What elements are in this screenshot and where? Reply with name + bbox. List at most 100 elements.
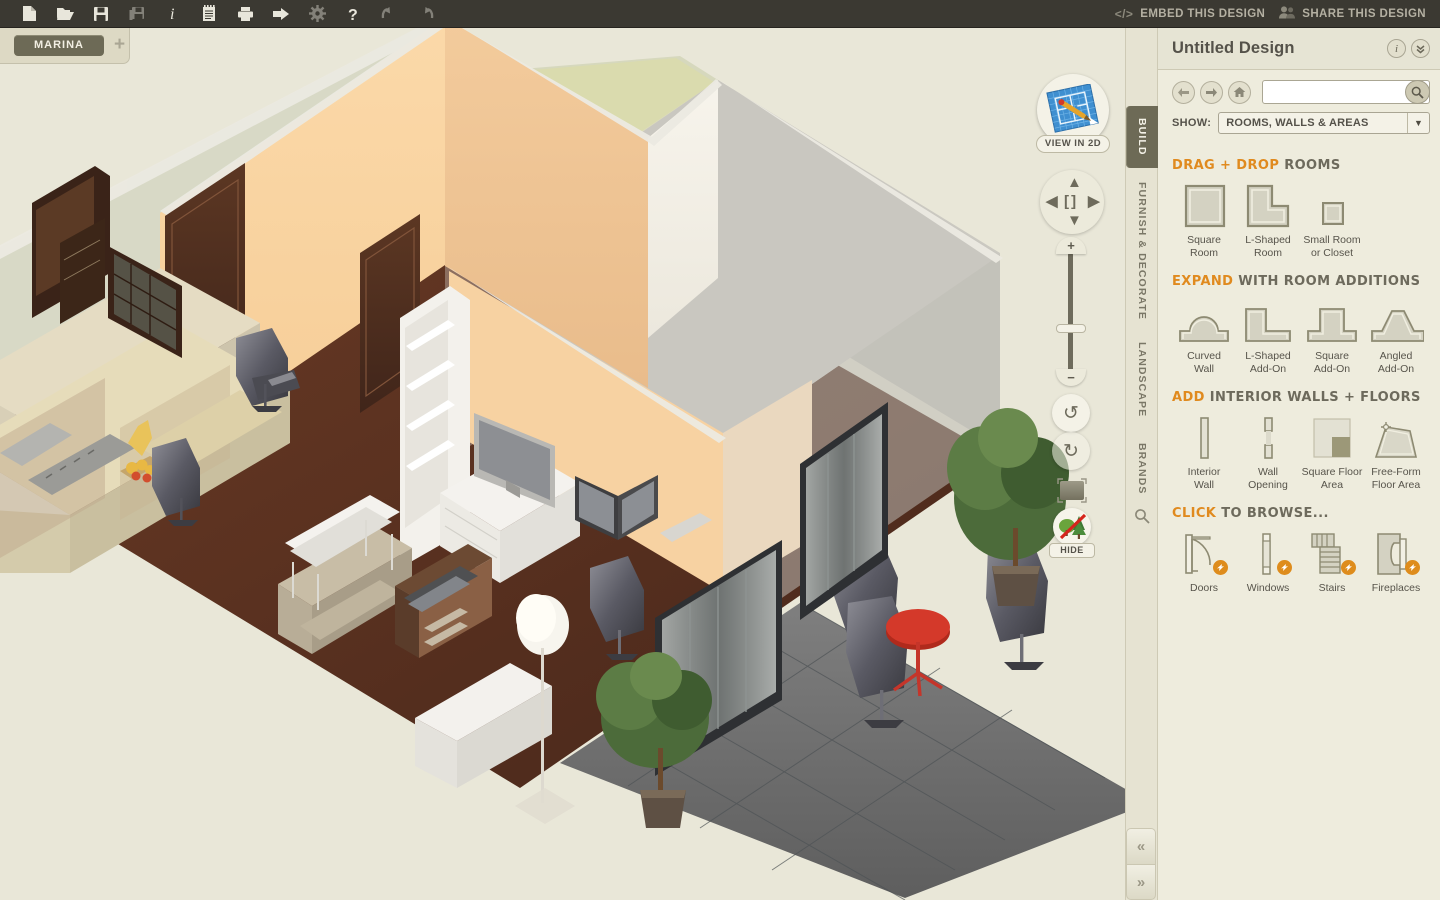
item-doors[interactable]: Doors xyxy=(1172,531,1236,595)
pan-up-button[interactable]: ▲ xyxy=(1067,175,1082,190)
item-caption: Square Floor Area xyxy=(1301,466,1363,491)
item-wall-opening[interactable]: Wall Opening xyxy=(1236,415,1300,492)
tab-build[interactable]: BUILD xyxy=(1126,106,1158,168)
snapshot-button[interactable] xyxy=(1057,478,1087,503)
zoom-slider-handle[interactable] xyxy=(1056,324,1086,333)
notes-icon[interactable] xyxy=(192,1,226,27)
item-square-room[interactable]: Square Room xyxy=(1172,183,1236,260)
page-title: Untitled Design xyxy=(1172,39,1295,57)
section-drag-drop-rooms: DRAG + DROP ROOMS Square Room L-Shaped R… xyxy=(1158,158,1440,266)
info-icon[interactable]: i xyxy=(1387,39,1406,58)
browse-badge[interactable] xyxy=(1341,560,1356,575)
rotate-counterclockwise-button[interactable]: ↺ xyxy=(1052,394,1090,432)
panel-header-actions: i xyxy=(1387,39,1430,58)
nav-forward-button[interactable] xyxy=(1200,80,1223,104)
show-filter-row: SHOW: ROOMS, WALLS & AREAS ▼ xyxy=(1158,112,1440,144)
section-heading: DRAG + DROP ROOMS xyxy=(1172,158,1432,173)
pan-down-button[interactable]: ▼ xyxy=(1067,213,1082,228)
view-in-2d-label[interactable]: VIEW IN 2D xyxy=(1036,135,1110,153)
l-shaped-room-icon xyxy=(1242,183,1294,229)
item-small-room-or-closet[interactable]: Small Room or Closet xyxy=(1300,183,1364,260)
show-select-value: ROOMS, WALLS & AREAS xyxy=(1226,117,1369,129)
open-folder-icon[interactable] xyxy=(48,1,82,27)
item-angled-add-on[interactable]: Angled Add-On xyxy=(1364,299,1428,376)
square-addon-icon xyxy=(1304,299,1360,345)
hide-label[interactable]: HIDE xyxy=(1049,543,1095,558)
small-room-icon xyxy=(1306,183,1358,229)
build-panel: Untitled Design i SHOW: ROOMS, WALLS & A… xyxy=(1157,28,1440,900)
item-interior-wall[interactable]: Interior Wall xyxy=(1172,415,1236,492)
wall-opening-icon xyxy=(1242,415,1294,461)
l-shaped-addon-icon xyxy=(1240,299,1296,345)
new-file-icon[interactable] xyxy=(12,1,46,27)
pan-right-button[interactable]: ▶ xyxy=(1088,194,1100,209)
item-square-add-on[interactable]: Square Add-On xyxy=(1300,299,1364,376)
tab-brands[interactable]: BRANDS xyxy=(1126,434,1158,504)
item-caption: L-Shaped Room xyxy=(1245,234,1291,259)
collapse-right-button[interactable]: » xyxy=(1126,864,1156,900)
rotate-clockwise-button[interactable]: ↻ xyxy=(1052,432,1090,470)
item-fireplaces[interactable]: Fireplaces xyxy=(1364,531,1428,595)
item-caption: Interior Wall xyxy=(1187,466,1221,491)
item-caption: Windows xyxy=(1246,582,1290,594)
panel-search[interactable] xyxy=(1262,80,1430,104)
share-label: SHARE THIS DESIGN xyxy=(1302,7,1426,20)
heading-accent: ADD xyxy=(1172,390,1205,405)
section-items: Doors Windows Stairs Fireplaces xyxy=(1172,531,1432,595)
add-document-tab-button[interactable]: + xyxy=(114,35,125,54)
browse-badge[interactable] xyxy=(1405,560,1420,575)
people-icon xyxy=(1279,5,1296,22)
browse-badge[interactable] xyxy=(1213,560,1228,575)
save-icon[interactable] xyxy=(84,1,118,27)
item-caption: Stairs xyxy=(1318,582,1346,594)
design-canvas-3d[interactable]: VIEW IN 2D ▲ ▼ ◀ ▶ [ ] + − ↺ ↻ HIDE xyxy=(0,28,1155,900)
nav-back-button[interactable] xyxy=(1172,80,1195,104)
section-items: Curved Wall L-Shaped Add-On Square Add-O… xyxy=(1172,299,1432,376)
collapse-left-button[interactable]: « xyxy=(1126,828,1156,864)
info-icon[interactable]: i xyxy=(156,1,190,27)
item-free-form-floor-area[interactable]: Free-Form Floor Area xyxy=(1364,415,1428,492)
chevron-down-icon[interactable] xyxy=(1411,39,1430,58)
item-stairs[interactable]: Stairs xyxy=(1300,531,1364,595)
help-icon[interactable]: ? xyxy=(336,1,370,27)
undo-icon[interactable] xyxy=(372,1,406,27)
item-l-shaped-add-on[interactable]: L-Shaped Add-On xyxy=(1236,299,1300,376)
toolbar-tools: i ? xyxy=(0,1,442,27)
mode-tab-rail: BUILD FURNISH & DECORATE LANDSCAPE BRAND… xyxy=(1125,28,1158,900)
embed-this-design-button[interactable]: </> EMBED THIS DESIGN xyxy=(1115,7,1266,21)
item-caption: Free-Form Floor Area xyxy=(1371,466,1421,491)
zoom-slider-track[interactable] xyxy=(1068,253,1073,375)
hide-objects-button[interactable] xyxy=(1053,508,1091,546)
tab-landscape[interactable]: LANDSCAPE xyxy=(1126,330,1158,430)
recenter-button[interactable]: [ ] xyxy=(1064,194,1076,209)
chevron-down-icon[interactable]: ▼ xyxy=(1407,113,1429,133)
square-room-icon xyxy=(1178,183,1230,229)
pan-left-button[interactable]: ◀ xyxy=(1046,194,1058,209)
browse-badge[interactable] xyxy=(1277,560,1292,575)
export-icon[interactable] xyxy=(264,1,298,27)
item-curved-wall[interactable]: Curved Wall xyxy=(1172,299,1236,376)
isometric-floorplan-render[interactable] xyxy=(0,28,1155,900)
panel-navigation xyxy=(1158,70,1440,112)
nav-home-button[interactable] xyxy=(1228,80,1251,104)
tab-furnish-decorate[interactable]: FURNISH & DECORATE xyxy=(1126,176,1158,326)
search-icon[interactable] xyxy=(1126,508,1158,527)
search-icon[interactable] xyxy=(1405,80,1430,104)
settings-gear-icon[interactable] xyxy=(300,1,334,27)
pan-control-pad[interactable]: ▲ ▼ ◀ ▶ [ ] xyxy=(1040,170,1104,234)
redo-icon[interactable] xyxy=(408,1,442,27)
save-as-icon[interactable] xyxy=(120,1,154,27)
toolbar-actions: </> EMBED THIS DESIGN SHARE THIS DESIGN xyxy=(1115,5,1440,22)
document-tab-marina[interactable]: MARINA xyxy=(14,35,104,56)
section-heading: CLICK TO BROWSE... xyxy=(1172,506,1432,521)
print-icon[interactable] xyxy=(228,1,262,27)
item-windows[interactable]: Windows xyxy=(1236,531,1300,595)
main-toolbar: i ? </> EMBED THIS DESIGN SHARE THIS DES… xyxy=(0,0,1440,28)
svg-text:i: i xyxy=(170,6,174,22)
share-this-design-button[interactable]: SHARE THIS DESIGN xyxy=(1279,5,1426,22)
item-square-floor-area[interactable]: Square Floor Area xyxy=(1300,415,1364,492)
show-select[interactable]: ROOMS, WALLS & AREAS ▼ xyxy=(1218,112,1430,134)
item-l-shaped-room[interactable]: L-Shaped Room xyxy=(1236,183,1300,260)
item-caption: Wall Opening xyxy=(1248,466,1288,491)
fireplace-icon xyxy=(1368,531,1424,577)
